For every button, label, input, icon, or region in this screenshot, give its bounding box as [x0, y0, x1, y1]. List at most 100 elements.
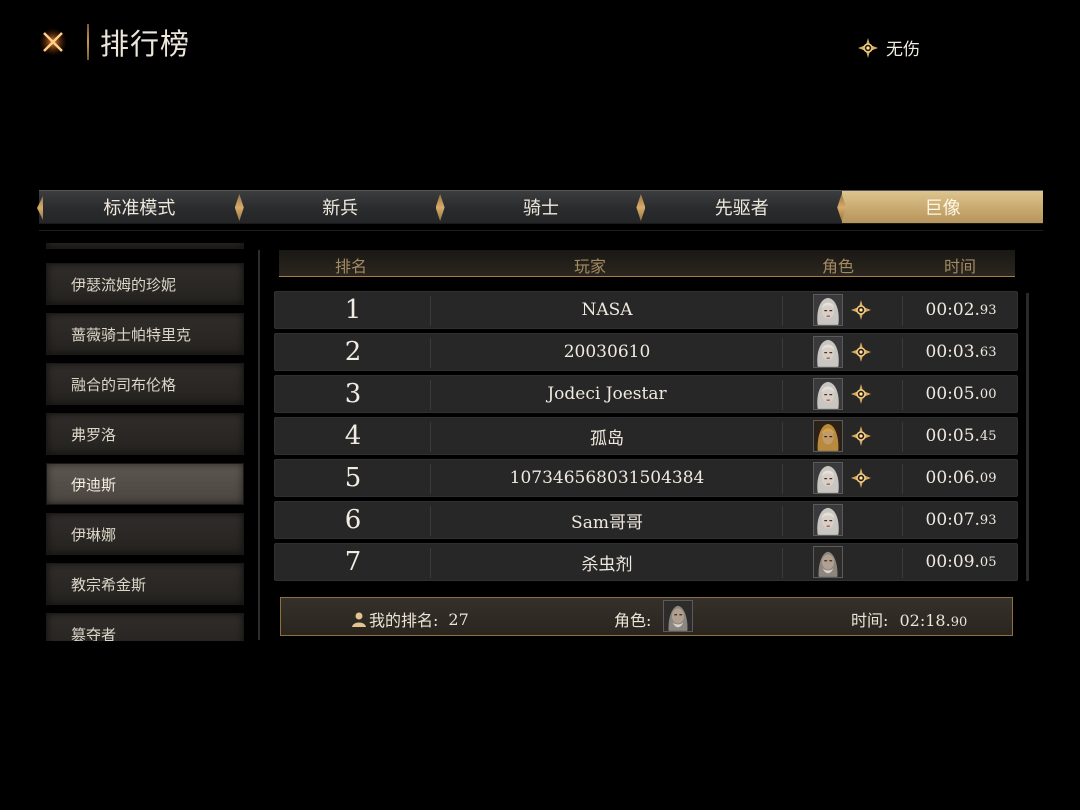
- player-cell: 20030610: [563, 342, 651, 362]
- table-row[interactable]: 7 杀虫剂 00:09. 05: [274, 543, 1018, 581]
- boss-item-label: 伊迪斯: [71, 475, 117, 494]
- nohit-star-icon: [858, 37, 878, 58]
- boss-item-label: 伊琳娜: [71, 525, 117, 544]
- role-cell: [783, 376, 903, 412]
- player-cell: 107346568031504384: [509, 468, 705, 488]
- boss-item[interactable]: 弗罗洛: [46, 413, 244, 455]
- time-main: 00:09.: [925, 552, 980, 572]
- nohit-badge-icon: [851, 468, 871, 488]
- player-cell: 孤岛: [590, 428, 624, 449]
- time-ms: 93: [979, 512, 997, 528]
- nohit-badge-icon: [851, 300, 871, 320]
- table-scrollbar[interactable]: [1026, 293, 1029, 581]
- boss-item[interactable]: 伊瑟流姆的珍妮: [46, 263, 244, 305]
- time-main: 00:05.: [925, 426, 980, 446]
- nohit-label: 无伤: [886, 40, 920, 60]
- time-cell: 00:09. 05: [903, 544, 1019, 580]
- my-rank-label: 我的排名:: [369, 611, 439, 630]
- role-cell: [783, 334, 903, 370]
- nohit-badge-icon: [851, 426, 871, 446]
- col-header-role: 角色: [821, 257, 855, 276]
- page-title: 排行榜: [100, 27, 191, 61]
- col-header-time: 时间: [943, 257, 977, 276]
- close-button[interactable]: [38, 27, 68, 57]
- time-ms: 63: [979, 344, 997, 360]
- rank-cell: 7: [344, 547, 362, 577]
- time-ms: 93: [979, 302, 997, 318]
- rank-cell: 5: [344, 463, 362, 493]
- my-character-portrait: [663, 600, 693, 632]
- time-cell: 00:07. 93: [903, 502, 1019, 538]
- rank-cell: 2: [344, 337, 362, 367]
- time-cell: 00:05. 00: [903, 376, 1019, 412]
- character-portrait: [813, 294, 843, 326]
- boss-item[interactable]: 伊琳娜: [46, 513, 244, 555]
- player-cell: Jodeci Joestar: [547, 384, 667, 404]
- time-cell: 00:03. 63: [903, 334, 1019, 370]
- tab-standard[interactable]: 标准模式: [39, 190, 240, 224]
- my-time: 时间: 02:18.90: [851, 607, 967, 631]
- time-ms: 05: [979, 554, 997, 570]
- time-main: 00:06.: [925, 468, 980, 488]
- rank-cell: 4: [344, 421, 362, 451]
- rank-cell: 3: [344, 379, 362, 409]
- nohit-badge-icon: [851, 384, 871, 404]
- role-cell: [783, 292, 903, 328]
- boss-item[interactable]: 蔷薇骑士帕特里克: [46, 313, 244, 355]
- character-portrait: [813, 420, 843, 452]
- time-main: 00:03.: [925, 342, 980, 362]
- boss-item-label: 教宗希金斯: [71, 575, 147, 594]
- col-header-rank: 排名: [334, 257, 368, 276]
- time-main: 00:07.: [925, 510, 980, 530]
- boss-item[interactable]: 融合的司布伦格: [46, 363, 244, 405]
- role-cell: [783, 460, 903, 496]
- my-rank-value: 27: [448, 609, 469, 629]
- rank-cell: 6: [344, 505, 362, 535]
- table-row[interactable]: 4 孤岛 00:05. 45: [274, 417, 1018, 455]
- user-icon: [352, 612, 366, 627]
- boss-item[interactable]: 篡夺者: [46, 613, 244, 641]
- role-cell: [783, 418, 903, 454]
- my-time-main: 02:18.: [899, 611, 951, 630]
- boss-item-selected[interactable]: 伊迪斯: [46, 463, 244, 505]
- role-cell: [783, 544, 903, 580]
- table-row[interactable]: 6 Sam哥哥 00:07. 93: [274, 501, 1018, 539]
- table-header: 排名 玩家 角色 时间: [279, 250, 1015, 277]
- tab-colossus[interactable]: 巨像: [842, 190, 1043, 224]
- tab-recruit[interactable]: 新兵: [239, 190, 441, 224]
- time-ms: 09: [979, 470, 997, 486]
- list-scrollbar[interactable]: [258, 250, 260, 640]
- boss-item-label: 蔷薇骑士帕特里克: [71, 325, 192, 344]
- boss-list[interactable]: 伊瑟流姆的珍妮 蔷薇骑士帕特里克 融合的司布伦格 弗罗洛 伊迪斯 伊琳娜 教宗希…: [46, 243, 246, 641]
- table-row[interactable]: 5 107346568031504384 00:06. 09: [274, 459, 1018, 497]
- time-cell: 00:02. 93: [903, 292, 1019, 328]
- time-ms: 00: [979, 386, 997, 402]
- player-cell: NASA: [581, 300, 633, 320]
- character-portrait: [813, 504, 843, 536]
- my-rank: 我的排名: 27: [351, 607, 469, 631]
- character-portrait: [813, 336, 843, 368]
- time-main: 00:02.: [925, 300, 980, 320]
- table-row[interactable]: 1 NASA 00:02. 93: [274, 291, 1018, 329]
- boss-item[interactable]: 教宗希金斯: [46, 563, 244, 605]
- character-portrait: [813, 462, 843, 494]
- tab-label: 骑士: [522, 198, 559, 219]
- character-portrait: [813, 546, 843, 578]
- role-cell: [783, 502, 903, 538]
- nohit-legend: 无伤: [858, 35, 920, 60]
- tab-label: 新兵: [322, 198, 359, 219]
- close-x-icon: [39, 28, 67, 56]
- my-time-label: 时间:: [851, 611, 889, 630]
- tab-knight[interactable]: 骑士: [440, 190, 642, 224]
- tab-pioneer[interactable]: 先驱者: [641, 190, 843, 224]
- divider: [39, 230, 1043, 231]
- boss-item-partial[interactable]: [46, 243, 244, 249]
- table-row[interactable]: 2 20030610 00:03. 63: [274, 333, 1018, 371]
- rank-cell: 1: [344, 295, 362, 325]
- boss-item-label: 篡夺者: [71, 625, 117, 642]
- nohit-badge-icon: [851, 342, 871, 362]
- boss-item-label: 伊瑟流姆的珍妮: [71, 275, 177, 294]
- table-row[interactable]: 3 Jodeci Joestar 00:05. 00: [274, 375, 1018, 413]
- my-time-ms: 90: [950, 615, 968, 630]
- boss-item-label: 弗罗洛: [71, 425, 117, 444]
